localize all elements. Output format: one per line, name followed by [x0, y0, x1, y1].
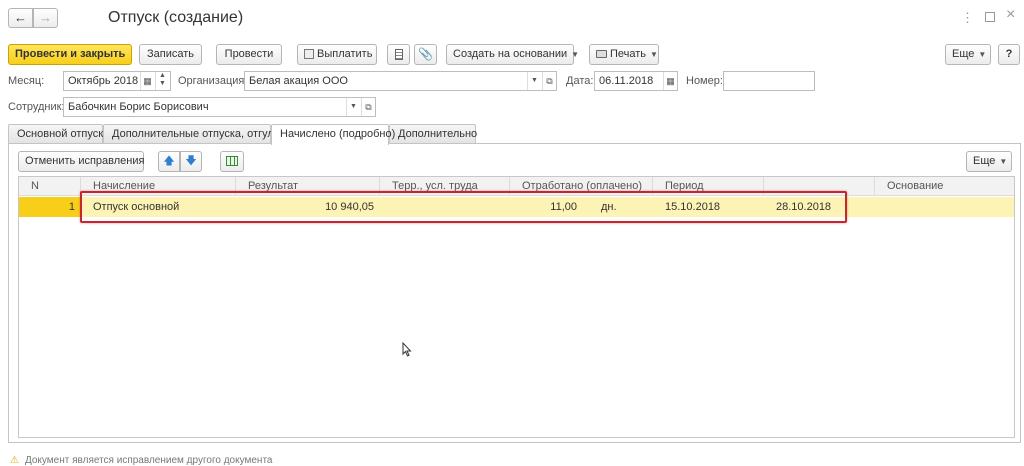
- more-button[interactable]: Еще ▼: [945, 44, 991, 65]
- pay-button[interactable]: Выплатить: [297, 44, 377, 65]
- print-button[interactable]: Печать ▼: [589, 44, 659, 65]
- list-button[interactable]: [387, 44, 410, 65]
- dropdown-arrow-icon: ▼: [999, 157, 1008, 166]
- cell-basis[interactable]: [875, 197, 1014, 217]
- page-title: Отпуск (создание): [108, 9, 244, 26]
- organization-open-icon[interactable]: ⧉: [542, 72, 556, 90]
- number-field[interactable]: [723, 71, 815, 91]
- tab-main-leave[interactable]: Основной отпуск: [8, 124, 103, 144]
- organization-label: Организация:: [178, 75, 248, 87]
- table-more-button[interactable]: Еще ▼: [966, 151, 1012, 172]
- close-icon[interactable]: ×: [1006, 6, 1015, 24]
- number-label: Номер:: [686, 75, 723, 87]
- forward-button[interactable]: →: [33, 8, 58, 28]
- save-button[interactable]: Записать: [139, 44, 202, 65]
- month-value: Октябрь 2018: [68, 75, 139, 87]
- column-header-n[interactable]: N: [19, 177, 81, 196]
- footer-warning: ⚠ Документ является исправлением другого …: [10, 455, 272, 466]
- arrow-up-icon: 🡅: [163, 155, 175, 167]
- table-more-label: Еще: [973, 155, 996, 167]
- move-up-button[interactable]: 🡅: [158, 151, 180, 172]
- employee-value: Бабочкин Борис Борисович: [68, 101, 209, 113]
- footer-warning-text: Документ является исправлением другого д…: [24, 455, 273, 466]
- move-down-button[interactable]: 🡇: [180, 151, 202, 172]
- print-label: Печать: [610, 48, 647, 60]
- highlight-frame: [80, 191, 847, 223]
- attach-button[interactable]: 📎: [414, 44, 437, 65]
- employee-open-icon[interactable]: ⧉: [361, 98, 375, 116]
- fill-table-button[interactable]: [220, 151, 244, 172]
- employee-label: Сотрудник:: [8, 101, 65, 113]
- employee-field[interactable]: Бабочкин Борис Борисович: [63, 97, 376, 117]
- organization-dropdown-icon[interactable]: ▼: [527, 72, 541, 90]
- back-button[interactable]: ←: [8, 8, 33, 28]
- tab-additional[interactable]: Дополнительно: [389, 124, 477, 144]
- calendar-icon[interactable]: ▦: [140, 72, 154, 90]
- tab-accrued-detailed[interactable]: Начислено (подробно): [271, 124, 395, 145]
- dropdown-arrow-icon: ▼: [978, 50, 987, 59]
- arrow-left-icon: ←: [14, 10, 27, 25]
- more-label: Еще: [952, 48, 975, 60]
- post-button[interactable]: Провести: [216, 44, 282, 65]
- month-label: Месяц:: [8, 75, 45, 87]
- arrow-right-icon: →: [39, 10, 52, 25]
- organization-value: Белая акация ООО: [249, 75, 348, 87]
- payment-icon: [304, 49, 314, 60]
- employee-dropdown-icon[interactable]: ▼: [346, 98, 360, 116]
- date-label: Дата:: [566, 75, 594, 87]
- warning-icon: ⚠: [10, 455, 19, 466]
- tab-additional-leaves[interactable]: Дополнительные отпуска, отгулы: [103, 124, 282, 144]
- create-based-label: Создать на основании: [453, 48, 568, 60]
- create-based-on-button[interactable]: Создать на основании ▼: [446, 44, 579, 65]
- calendar-icon[interactable]: ▦: [663, 72, 677, 90]
- cancel-corrections-button[interactable]: Отменить исправления: [18, 151, 144, 172]
- arrow-down-icon: 🡇: [185, 155, 197, 167]
- month-stepper[interactable]: ▲ ▼: [155, 72, 169, 90]
- maximize-icon[interactable]: [985, 12, 995, 22]
- printer-icon: [596, 50, 607, 59]
- post-and-close-button[interactable]: Провести и закрыть: [8, 44, 132, 65]
- more-window-icon[interactable]: ⋮: [961, 10, 975, 26]
- organization-field[interactable]: Белая акация ООО: [244, 71, 557, 91]
- dropdown-arrow-icon: ▼: [571, 50, 580, 59]
- cell-n: 1: [19, 197, 81, 217]
- pay-label: Выплатить: [317, 48, 373, 60]
- list-icon: [394, 48, 403, 60]
- dropdown-arrow-icon: ▼: [650, 50, 658, 59]
- paperclip-icon: 📎: [418, 47, 433, 61]
- column-header-basis[interactable]: Основание: [875, 177, 1014, 196]
- mouse-cursor-icon: [402, 342, 412, 357]
- date-value: 06.11.2018: [599, 75, 654, 87]
- table-add-icon: [226, 156, 238, 167]
- help-button[interactable]: ?: [998, 44, 1020, 65]
